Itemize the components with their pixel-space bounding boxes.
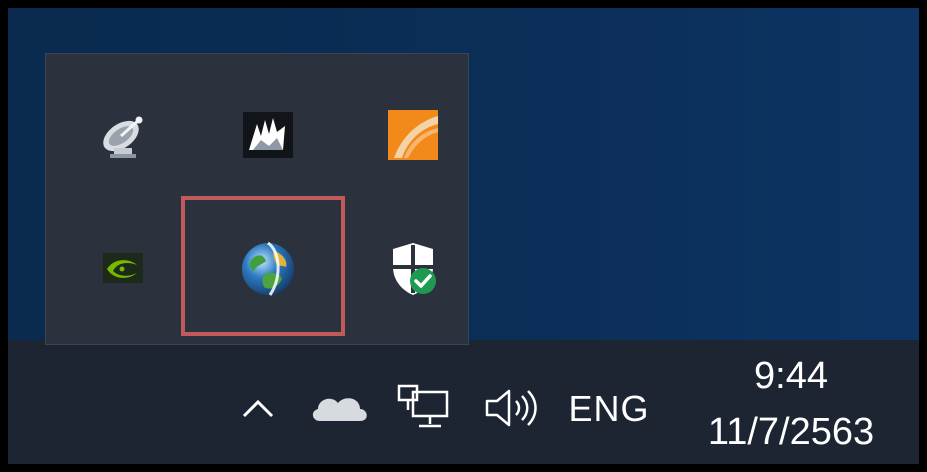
tray-icon-nvidia[interactable]	[78, 224, 168, 314]
input-language-button[interactable]: ENG	[564, 380, 654, 438]
security-shield-icon	[393, 243, 436, 295]
onedrive-icon	[312, 398, 367, 421]
volume-icon	[485, 389, 537, 427]
tray-icon-orange-app[interactable]	[368, 90, 458, 180]
volume-button[interactable]	[480, 380, 546, 436]
satellite-dish-icon	[103, 116, 143, 158]
tray-icon-corsair[interactable]	[223, 90, 313, 180]
tray-overflow-flyout	[46, 54, 468, 344]
globe-icon	[242, 241, 294, 296]
corsair-icon	[243, 112, 293, 158]
nvidia-icon	[103, 253, 143, 283]
clock-button[interactable]: 9:44 11/7/2563	[684, 350, 898, 458]
network-icon	[397, 384, 449, 428]
onedrive-button[interactable]	[304, 384, 376, 432]
tray-icon-windows-security[interactable]	[368, 224, 458, 314]
language-indicator: ENG	[568, 388, 650, 429]
show-hidden-icons-button[interactable]	[232, 384, 284, 432]
tray-icon-globe[interactable]	[223, 224, 313, 314]
clock-date: 11/7/2563	[707, 411, 875, 453]
chevron-up-icon	[242, 399, 274, 418]
tray-icon-satellite[interactable]	[78, 90, 168, 180]
clock-time: 9:44	[754, 355, 828, 397]
screenshot-frame: ENG 9:44 11/7/2563	[8, 8, 919, 464]
network-button[interactable]	[394, 380, 458, 436]
orange-app-icon	[388, 110, 438, 160]
